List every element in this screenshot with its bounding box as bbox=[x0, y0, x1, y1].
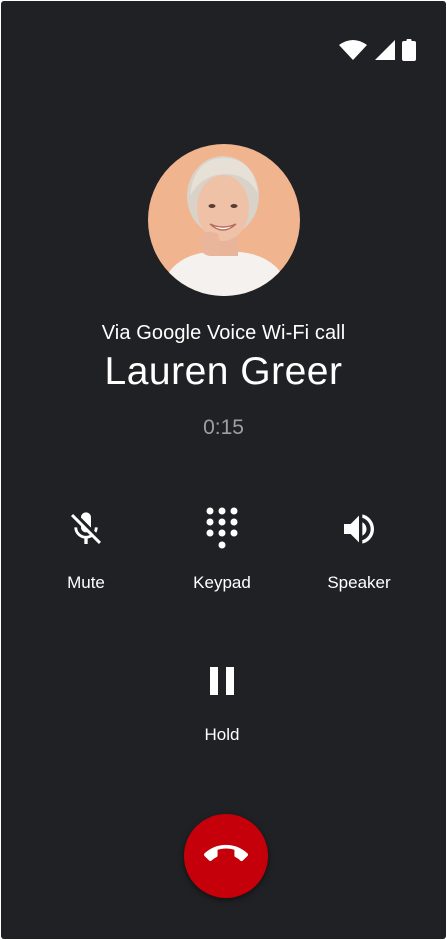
keypad-label: Keypad bbox=[193, 573, 251, 592]
call-type-label: Via Google Voice Wi-Fi call bbox=[101, 322, 346, 344]
speaker-label: Speaker bbox=[327, 573, 391, 592]
cellular-signal-icon bbox=[374, 39, 396, 61]
end-call-button[interactable] bbox=[184, 814, 268, 898]
mute-label: Mute bbox=[67, 573, 105, 592]
call-screen: Via Google Voice Wi-Fi call Lauren Greer… bbox=[1, 1, 446, 939]
caller-avatar bbox=[148, 144, 300, 296]
hold-label: Hold bbox=[204, 725, 240, 744]
mic-off-icon bbox=[64, 507, 108, 551]
hold-button[interactable]: Hold bbox=[167, 659, 277, 745]
keypad-button[interactable]: Keypad bbox=[167, 507, 277, 593]
wifi-icon bbox=[338, 39, 368, 61]
speaker-button[interactable]: Speaker bbox=[304, 507, 414, 593]
status-bar bbox=[338, 39, 416, 61]
call-timer: 0:15 bbox=[203, 416, 244, 439]
volume-up-icon bbox=[337, 507, 381, 551]
dialpad-icon bbox=[200, 507, 244, 551]
call-end-icon bbox=[204, 832, 248, 881]
pause-icon bbox=[200, 659, 244, 703]
battery-icon bbox=[402, 39, 416, 61]
mute-button[interactable]: Mute bbox=[31, 507, 141, 593]
caller-name: Lauren Greer bbox=[104, 350, 343, 393]
